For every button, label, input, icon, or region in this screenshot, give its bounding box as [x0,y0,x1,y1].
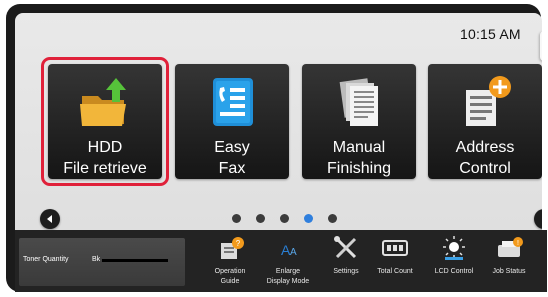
svg-text:!: ! [517,240,519,247]
tile-hdd-file-retrieve[interactable]: HDD File retrieve [48,64,162,179]
enlarge-display-icon: A A [281,242,297,258]
arrow-left-icon [47,215,52,223]
toner-level-bar [102,259,168,262]
brightness-icon [443,236,465,260]
arrow-right-icon [534,209,542,229]
job-status-icon: ! [498,237,523,257]
operation-guide-icon: ? [221,237,244,259]
add-address-icon [466,76,511,126]
page-left-button[interactable] [40,209,60,229]
page-dot[interactable] [280,214,289,223]
side-panel-tab[interactable]: ◂ [540,31,542,61]
counter-icon [382,240,408,256]
page-dot[interactable] [256,214,265,223]
tile-address-control[interactable]: Address Control [428,64,542,179]
tile-label: Manual Finishing [326,139,392,177]
page-dot[interactable] [304,214,313,223]
tile-label: Easy Fax [214,139,250,177]
tile-manual-finishing[interactable]: Manual Finishing [302,64,416,179]
fax-phonebook-icon [213,78,253,126]
clock: 10:15 AM [460,26,521,42]
svg-text:?: ? [236,239,241,248]
bottom-bar: Toner Quantity Bk ? Operation Guide A A … [15,230,547,292]
page-dot[interactable] [232,214,241,223]
toner-level-fill [102,259,168,262]
document-stack-icon [339,78,378,126]
toner-label: Toner Quantity [23,256,69,263]
tile-label: Address Control [455,139,515,177]
page-dot[interactable] [328,214,337,223]
tile-label: HDD File retrieve [63,139,147,177]
tile-easy-fax[interactable]: Easy Fax [175,64,289,179]
bottom-bar-label: Job Status [492,268,526,275]
toner-channel: Bk [92,256,101,263]
folder-retrieve-icon [80,78,126,126]
toner-status: Toner Quantity Bk [19,238,185,286]
page-right-button[interactable] [534,209,542,229]
device-frame: 10:15 AM ◂ HDD File retrieve [6,4,547,292]
svg-text:A: A [290,247,297,258]
